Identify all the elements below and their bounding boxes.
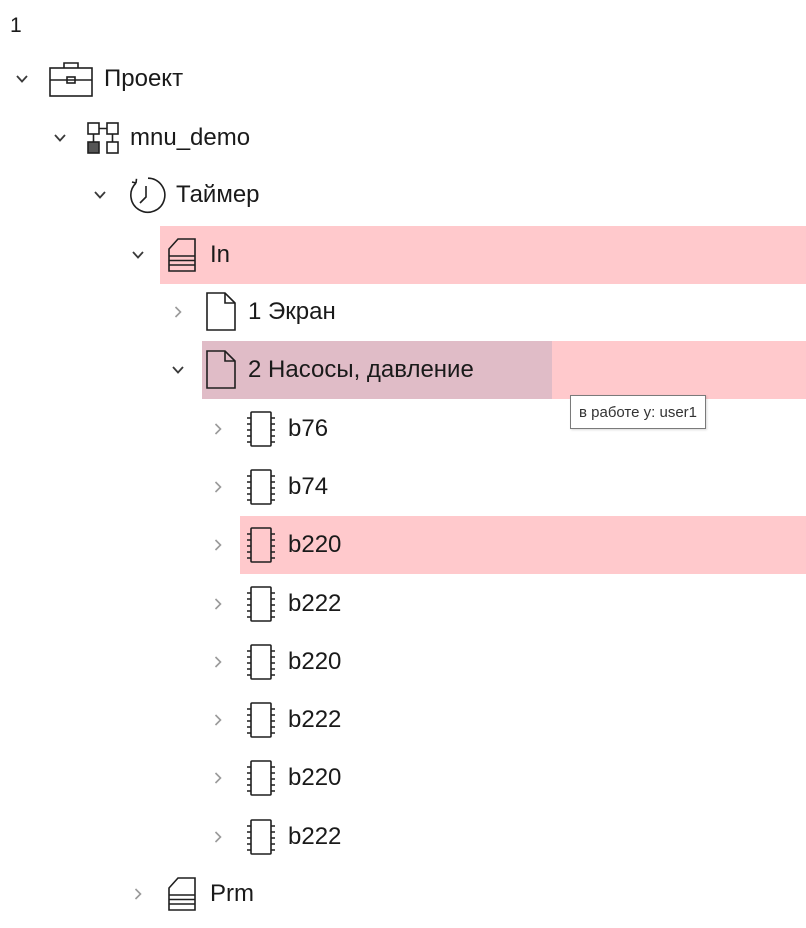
tree-node[interactable]: Таймер <box>0 166 806 224</box>
chip-icon <box>244 755 278 801</box>
page-icon <box>204 347 238 393</box>
tree-node[interactable]: b74 <box>0 458 806 516</box>
chevron-right-icon[interactable] <box>128 884 148 904</box>
tree-node[interactable]: 2 Насосы, давление <box>0 341 806 399</box>
stack-icon <box>164 232 200 278</box>
chevron-right-icon[interactable] <box>208 652 228 672</box>
tree-node-label: mnu_demo <box>130 124 251 151</box>
chevron-right-icon[interactable] <box>208 827 228 847</box>
chevron-right-icon[interactable] <box>208 535 228 555</box>
tree-node-label: Prm <box>210 880 254 907</box>
tree-node-label: b222 <box>288 823 342 850</box>
tree-node[interactable]: b220 <box>0 749 806 807</box>
tree-node-label: b220 <box>288 648 342 675</box>
chevron-right-icon[interactable] <box>208 419 228 439</box>
chevron-down-icon[interactable] <box>50 128 70 148</box>
row-highlight <box>160 226 806 284</box>
tree-title: 1 <box>10 14 22 37</box>
tree-node-label: b222 <box>288 706 342 733</box>
stack-icon <box>164 871 200 917</box>
tree-node[interactable]: 1 Экран <box>0 283 806 341</box>
chip-icon <box>244 522 278 568</box>
chevron-right-icon[interactable] <box>208 477 228 497</box>
tree-node-label: In <box>210 241 231 268</box>
tree-node[interactable]: b222 <box>0 691 806 749</box>
chip-icon <box>244 697 278 743</box>
tree-node[interactable]: Prm <box>0 865 806 923</box>
tree-node[interactable]: In <box>0 226 806 284</box>
tree-node-label: b76 <box>288 415 329 442</box>
chip-icon <box>244 464 278 510</box>
status-tooltip: в работе у: user1 <box>570 395 706 429</box>
tree-node[interactable]: mnu_demo <box>0 109 806 167</box>
chevron-right-icon[interactable] <box>208 594 228 614</box>
tree-node-label: b222 <box>288 590 342 617</box>
tree-node-label: 2 Насосы, давление <box>248 356 474 383</box>
tree-node-label: b220 <box>288 531 342 558</box>
chevron-right-icon[interactable] <box>208 710 228 730</box>
tree-node[interactable]: b220 <box>0 633 806 691</box>
tree-node-label: b220 <box>288 764 342 791</box>
timer-icon <box>126 172 166 218</box>
chevron-down-icon[interactable] <box>90 185 110 205</box>
tree-node[interactable]: b220 <box>0 516 806 574</box>
tree-node-label: Проект <box>104 65 184 92</box>
chevron-right-icon[interactable] <box>208 768 228 788</box>
chevron-right-icon[interactable] <box>168 302 188 322</box>
chip-icon <box>244 639 278 685</box>
tree-node-label: 1 Экран <box>248 298 336 325</box>
tree-node-label: Таймер <box>176 181 260 208</box>
tree-node-label: b74 <box>288 473 329 500</box>
tree-node[interactable]: Проект <box>0 50 806 108</box>
page-icon <box>204 289 238 335</box>
chip-icon <box>244 406 278 452</box>
tree-node[interactable]: b222 <box>0 808 806 866</box>
network-icon <box>86 115 120 161</box>
chevron-down-icon[interactable] <box>12 69 32 89</box>
tree-node[interactable]: b222 <box>0 575 806 633</box>
briefcase-icon <box>48 56 94 102</box>
chip-icon <box>244 581 278 627</box>
chip-icon <box>244 814 278 860</box>
chevron-down-icon[interactable] <box>168 360 188 380</box>
chevron-down-icon[interactable] <box>128 245 148 265</box>
